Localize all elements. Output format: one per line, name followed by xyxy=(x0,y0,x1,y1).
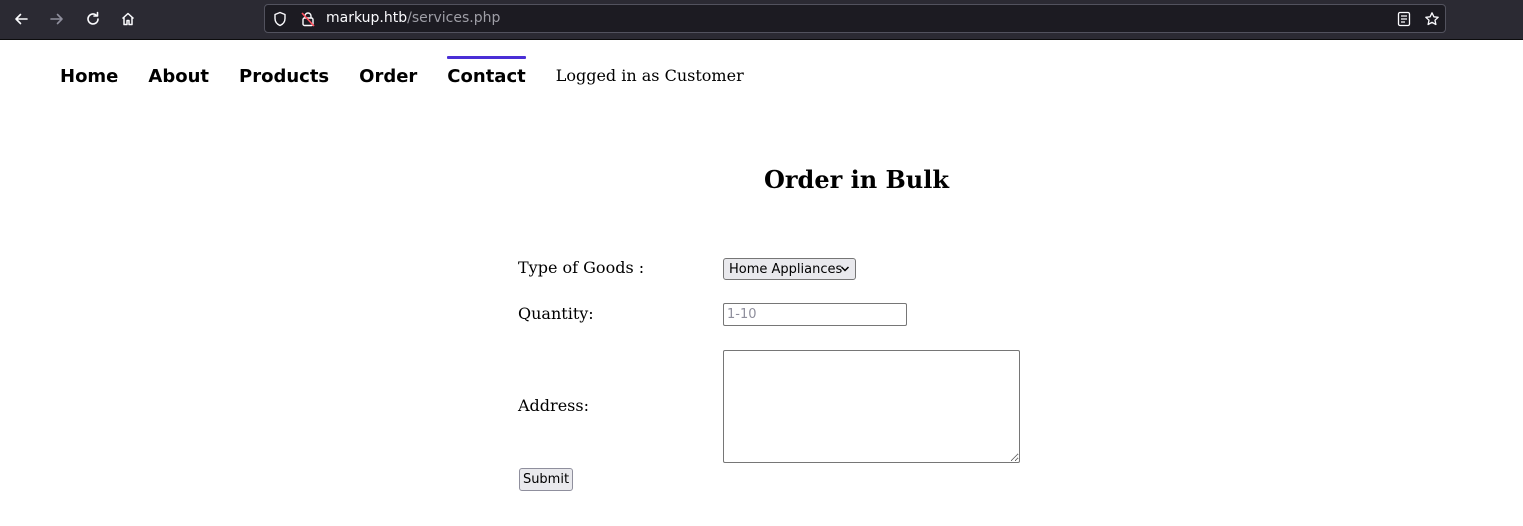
nav-contact[interactable]: Contact xyxy=(447,56,527,87)
insecure-lock-icon[interactable] xyxy=(300,11,316,27)
home-button[interactable] xyxy=(114,5,142,33)
browser-toolbar: markup.htb/services.php xyxy=(0,0,1523,40)
login-status: Logged in as Customer xyxy=(555,66,744,85)
reload-icon xyxy=(87,11,99,25)
nav-products[interactable]: Products xyxy=(239,56,329,87)
nav-order[interactable]: Order xyxy=(359,56,417,87)
bookmark-star-icon[interactable] xyxy=(1424,11,1440,27)
nav-about[interactable]: About xyxy=(148,56,209,87)
forward-arrow-icon xyxy=(50,13,63,25)
address-bar[interactable]: markup.htb/services.php xyxy=(264,4,1446,33)
forward-button[interactable] xyxy=(43,5,71,33)
url-text: markup.htb/services.php xyxy=(326,10,500,26)
address-label: Address: xyxy=(518,396,589,415)
nav-home[interactable]: Home xyxy=(60,56,118,87)
quantity-input[interactable] xyxy=(723,303,907,326)
shield-icon[interactable] xyxy=(272,11,288,27)
reader-view-icon[interactable] xyxy=(1396,11,1412,27)
main-nav: Home About Products Order Contact Logged… xyxy=(60,56,744,96)
type-of-goods-value: Home Appliances xyxy=(729,261,843,277)
chevron-down-icon xyxy=(840,266,850,272)
address-textarea[interactable] xyxy=(723,350,1020,463)
reload-button[interactable] xyxy=(79,5,107,33)
type-of-goods-select[interactable]: Home Appliances xyxy=(723,258,856,280)
home-icon xyxy=(121,12,135,26)
url-host: markup.htb xyxy=(326,10,408,26)
quantity-label: Quantity: xyxy=(518,304,594,323)
back-button[interactable] xyxy=(7,5,35,33)
submit-button[interactable]: Submit xyxy=(519,468,573,491)
back-arrow-icon xyxy=(15,13,28,25)
url-path: /services.php xyxy=(407,10,501,26)
page-title: Order in Bulk xyxy=(763,165,949,194)
type-of-goods-label: Type of Goods : xyxy=(518,258,645,277)
